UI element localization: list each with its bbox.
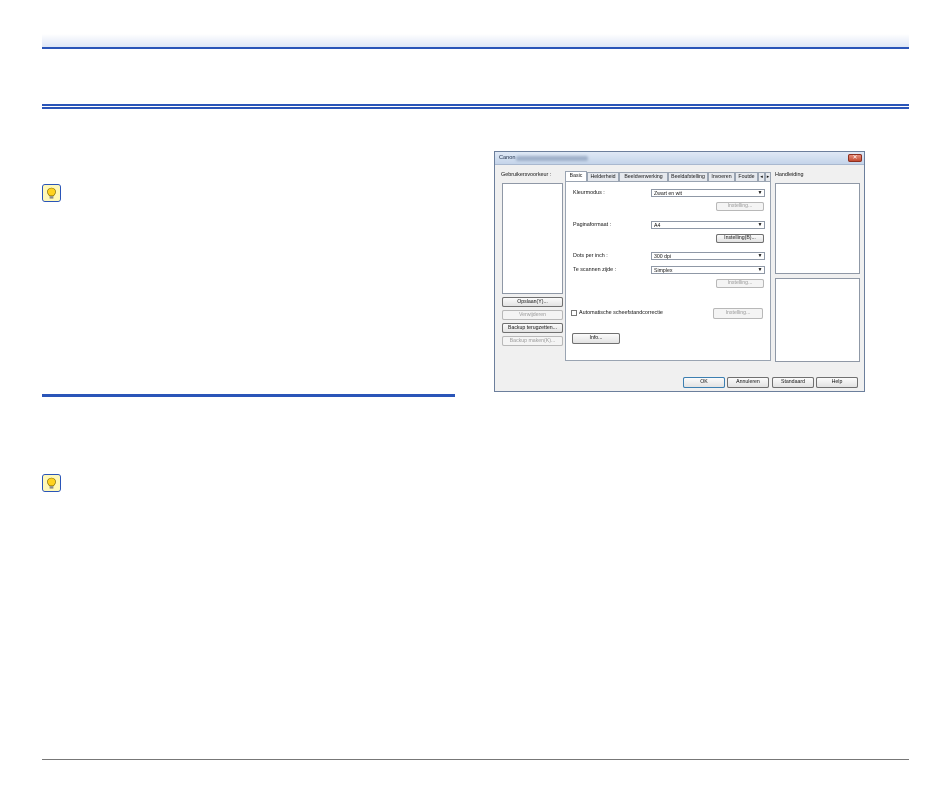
scan-side-value: Simplex [654, 267, 673, 274]
basic-tab-panel: Kleurmodus : Zwart en wit ▼ Instelling..… [565, 181, 771, 361]
tab-basic[interactable]: Basic [565, 171, 587, 181]
tab-scroll-right-icon[interactable]: ▸ [765, 172, 771, 181]
default-button[interactable]: Standaard [772, 377, 814, 388]
info-button[interactable]: Info... [572, 333, 620, 344]
scan-side-select[interactable]: Simplex ▼ [651, 266, 765, 274]
page-size-settings-button[interactable]: Instelling(B)... [716, 234, 764, 243]
skew-correction-checkbox[interactable] [571, 310, 577, 316]
hint-icon [42, 184, 61, 202]
tab-scroll-left-icon[interactable]: ◂ [758, 172, 765, 181]
hint-icon [42, 474, 61, 492]
chevron-down-icon: ▼ [757, 267, 763, 273]
close-button[interactable]: ✕ [848, 154, 862, 162]
dpi-label: Dots per inch : [573, 253, 608, 259]
user-preference-label: Gebruikersvoorkeur : [501, 172, 552, 178]
dialog-title: Canon [499, 154, 516, 161]
color-mode-value: Zwart en wit [654, 190, 682, 197]
tab-input[interactable]: Invoeren [708, 172, 735, 181]
save-preference-button[interactable]: Opslaan(Y)... [502, 297, 563, 307]
dialog-title-blurred [516, 155, 588, 161]
chevron-down-icon: ▼ [757, 222, 763, 228]
page-size-select[interactable]: A4 ▼ [651, 221, 765, 229]
page-size-label: Paginaformaat : [573, 222, 612, 228]
dpi-select[interactable]: 300 dpi ▼ [651, 252, 765, 260]
tab-image-processing[interactable]: Beeldverwerking [619, 172, 668, 181]
restore-backup-button[interactable]: Backup terugzetten... [502, 323, 563, 333]
header-rule [42, 104, 909, 106]
dpi-value: 300 dpi [654, 253, 672, 260]
make-backup-button[interactable]: Backup maken(K)... [502, 336, 563, 346]
skew-correction-label: Automatische scheefstandcorrectie [579, 310, 663, 316]
skew-settings-button[interactable]: Instelling... [713, 308, 763, 319]
cancel-button[interactable]: Annuleren [727, 377, 769, 388]
color-mode-settings-button[interactable]: Instelling... [716, 202, 764, 211]
tab-image-adjustment[interactable]: Beeldafstelling [668, 172, 708, 181]
page-size-value: A4 [654, 222, 661, 229]
tab-error[interactable]: Foutde [735, 172, 758, 181]
section-rule [42, 394, 455, 397]
manual-label: Handleiding [775, 172, 804, 178]
delete-preference-button[interactable]: Verwijderen [502, 310, 563, 320]
tab-brightness[interactable]: Helderheid [587, 172, 619, 181]
scanner-settings-dialog: Canon ✕ Gebruikersvoorkeur : Opslaan(Y).… [494, 151, 865, 392]
dialog-titlebar: Canon ✕ [495, 152, 864, 165]
chevron-down-icon: ▼ [757, 253, 763, 259]
manual-preview-panel [775, 278, 860, 362]
header-rule [42, 107, 909, 109]
footer-rule [42, 759, 909, 760]
ok-button[interactable]: OK [683, 377, 725, 388]
color-mode-label: Kleurmodus : [573, 190, 605, 196]
scan-side-label: Te scannen zijde : [573, 267, 617, 273]
chevron-down-icon: ▼ [757, 190, 763, 196]
color-mode-select[interactable]: Zwart en wit ▼ [651, 189, 765, 197]
help-button[interactable]: Help [816, 377, 858, 388]
scan-side-settings-button[interactable]: Instelling... [716, 279, 764, 288]
manual-panel [775, 183, 860, 274]
page-header-band [42, 34, 909, 49]
user-preference-list[interactable] [502, 183, 563, 294]
